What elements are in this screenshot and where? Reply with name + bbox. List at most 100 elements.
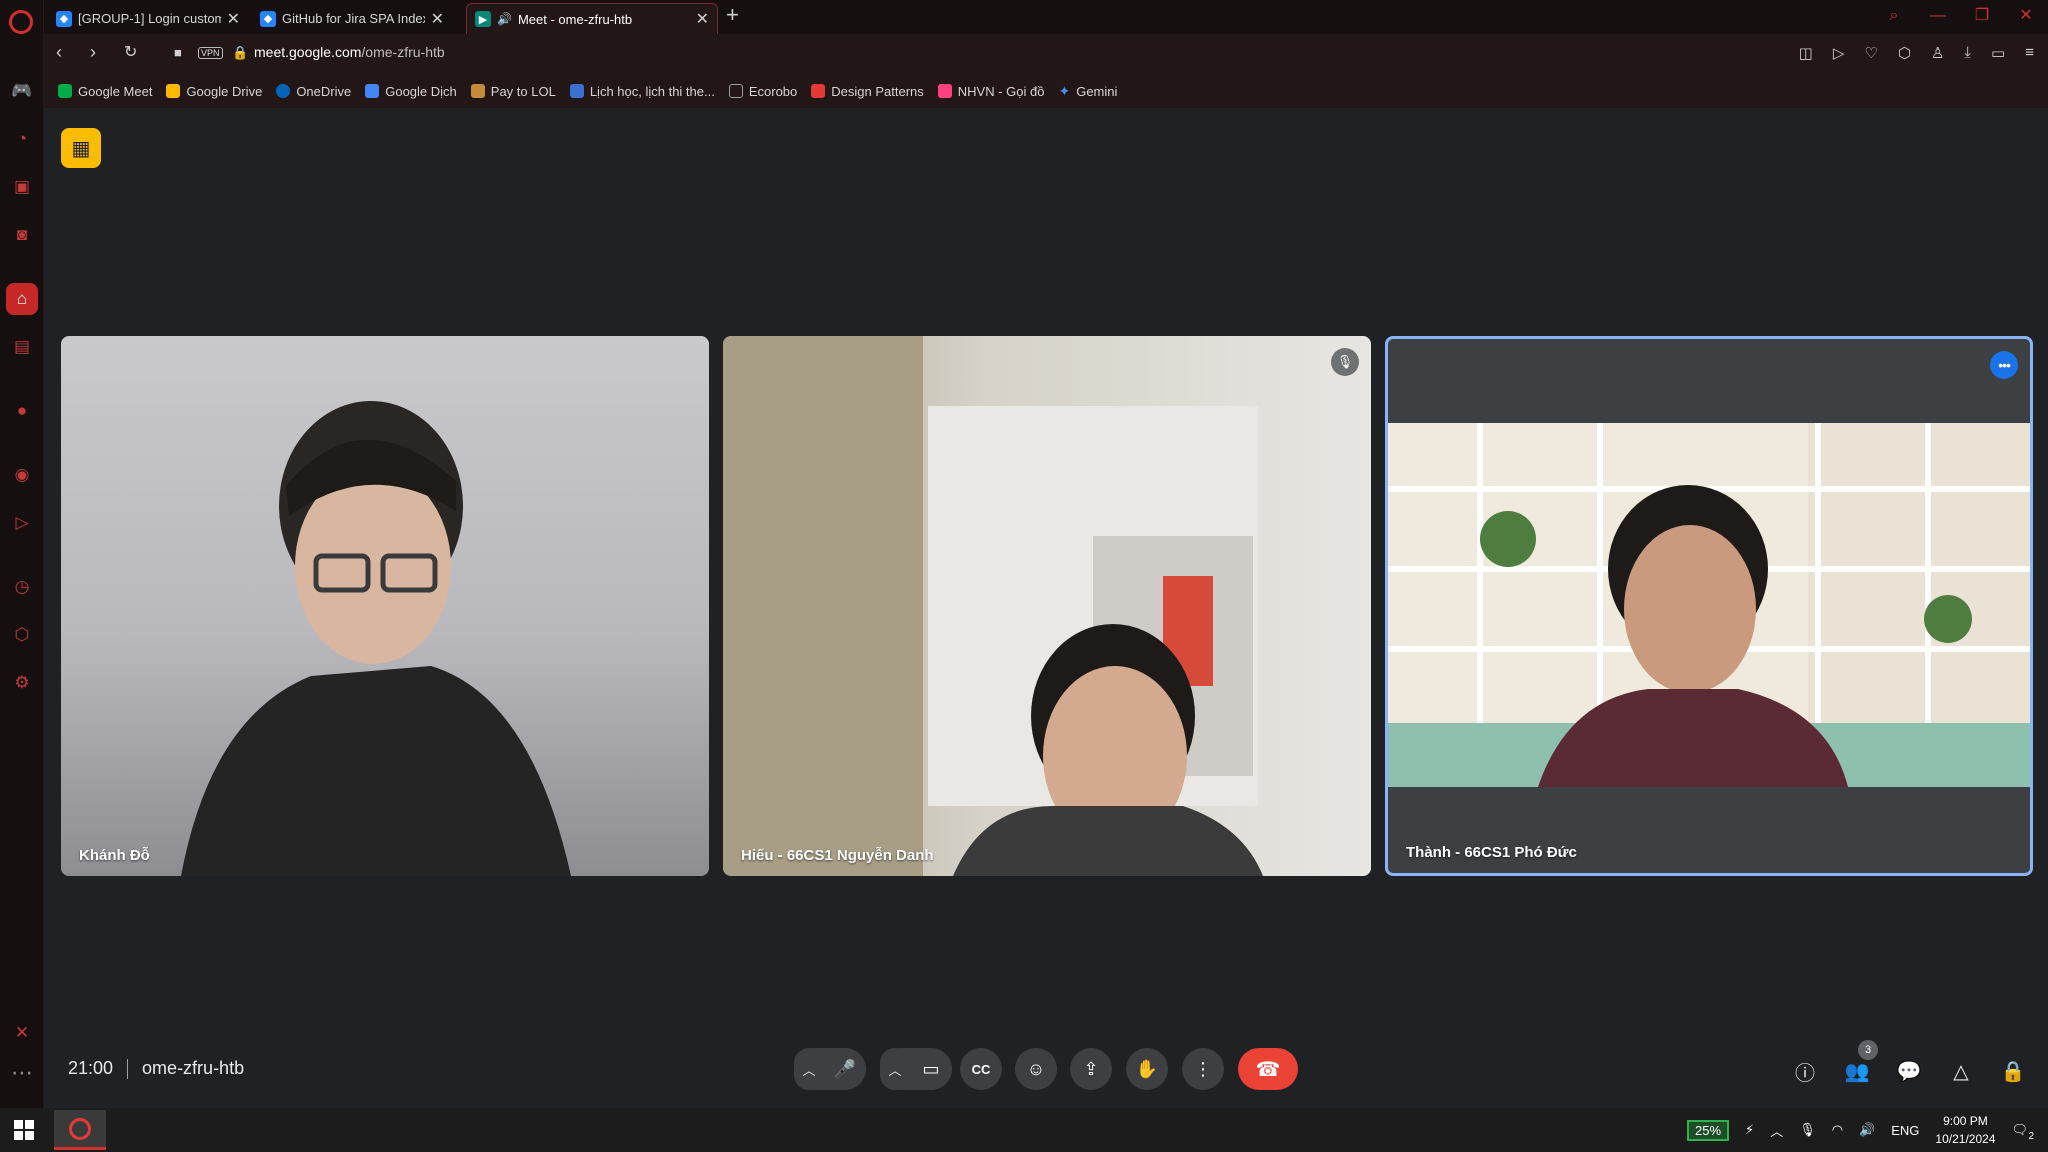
video-options-chevron-icon[interactable]: ︿ xyxy=(880,1048,910,1090)
forward-icon[interactable]: › xyxy=(90,42,96,63)
bookmark-google-meet[interactable]: Google Meet xyxy=(58,84,152,99)
present-screen-icon[interactable]: ⇪ xyxy=(1070,1048,1112,1090)
extensions-box-icon[interactable]: ⬡ xyxy=(11,624,33,646)
download-icon[interactable]: ⤓ xyxy=(1964,44,1971,62)
camera-icon[interactable]: ◙ xyxy=(11,224,33,246)
participant-tile[interactable]: Khánh Đỗ xyxy=(61,336,709,876)
bookmark-lich-hoc[interactable]: Lịch học, lịch thi the... xyxy=(569,83,715,99)
windows-taskbar: 25% ⚡ ︿ 🎙 ◠ 🔊 ENG 9:00 PM 10/21/2024 🗨 2 xyxy=(0,1108,2048,1152)
bookmark-google-dich[interactable]: Google Dịch xyxy=(365,84,457,99)
camera-control-group: ︿ ▭ xyxy=(880,1048,952,1090)
minimize-icon[interactable]: — xyxy=(1916,0,1960,34)
heart-icon[interactable]: ♡ xyxy=(1864,44,1877,62)
tray-overflow-chevron-icon[interactable]: ︿ xyxy=(1770,1121,1783,1140)
battery-indicator[interactable]: 25% xyxy=(1687,1119,1730,1141)
messenger-icon[interactable]: ● xyxy=(11,400,33,422)
bookmark-ecorobo[interactable]: Ecorobo xyxy=(728,84,797,99)
chat-icon[interactable]: 💬 xyxy=(1894,1056,1924,1086)
participant-video xyxy=(1388,423,2030,787)
profile-icon[interactable]: ♙ xyxy=(1931,44,1944,62)
opera-taskbar-button[interactable] xyxy=(54,1110,106,1150)
close-icon[interactable]: ✕ xyxy=(696,9,709,29)
history-icon[interactable]: ◷ xyxy=(11,576,33,598)
close-icon[interactable]: ✕ xyxy=(227,9,240,29)
activities-icon[interactable]: △ xyxy=(1946,1056,1976,1086)
briefcase-icon[interactable]: ▤ xyxy=(11,336,33,358)
battery-saver-icon[interactable]: ▭ xyxy=(1991,44,2005,62)
meet-stage: ▦ Khánh Đỗ 🎙 Hiếu - 66CS1 Nguyễn Danh ••… xyxy=(44,108,2048,1108)
close-window-icon[interactable]: ✕ xyxy=(2004,0,2048,34)
bookmark-google-drive[interactable]: Google Drive xyxy=(166,84,262,99)
meet-icon: ▶ xyxy=(475,11,491,27)
new-tab-plus-icon[interactable]: + xyxy=(726,2,739,28)
snapshot-icon[interactable]: ◫ xyxy=(1799,44,1813,62)
speed-dial-icon[interactable]: ◔ xyxy=(11,128,33,150)
restore-icon[interactable]: ❐ xyxy=(1960,0,2004,34)
wifi-icon[interactable]: ◠ xyxy=(1832,1122,1843,1138)
captions-icon[interactable]: CC xyxy=(960,1048,1002,1090)
audio-playing-icon[interactable]: 🔊 xyxy=(497,12,512,26)
mic-control-group: ︿ 🎤 xyxy=(794,1048,866,1090)
volume-icon[interactable]: 🔊 xyxy=(1859,1122,1875,1138)
send-icon[interactable]: ▷ xyxy=(11,512,33,534)
bookmark-design-patterns[interactable]: Design Patterns xyxy=(811,84,924,99)
address-bar[interactable]: meet.google.com/ome-zfru-htb xyxy=(254,44,445,60)
bookmark-pay-to-lol[interactable]: Pay to LOL xyxy=(470,84,556,99)
participant-tile[interactable]: 🎙 Hiếu - 66CS1 Nguyễn Danh xyxy=(723,336,1371,876)
leave-call-button[interactable]: ☎ xyxy=(1238,1048,1298,1090)
tab-title: [GROUP-1] Login customer xyxy=(78,11,221,26)
mute-tab-icon[interactable]: ✕ xyxy=(11,1022,33,1044)
microphone-icon[interactable]: 🎤 xyxy=(824,1048,866,1090)
tab-github-jira[interactable]: ◆ GitHub for Jira SPA Index P ✕ xyxy=(252,3,452,34)
more-options-icon[interactable]: ⋯ xyxy=(11,1060,33,1085)
bag-icon[interactable]: ▣ xyxy=(11,176,33,198)
participant-tile-active[interactable]: ••• Thành - 66CS1 Phó Đức xyxy=(1385,336,2033,876)
audio-options-chevron-icon[interactable]: ︿ xyxy=(794,1048,824,1090)
reload-icon[interactable]: ↻ xyxy=(124,42,137,62)
raise-hand-icon[interactable]: ✋ xyxy=(1126,1048,1168,1090)
cloud-icon xyxy=(276,84,291,98)
settings-gear-icon[interactable]: ⚙ xyxy=(11,672,33,694)
bookmark-label: Google Meet xyxy=(78,83,153,99)
clock[interactable]: 9:00 PM 10/21/2024 xyxy=(1935,1112,1995,1148)
bookmark-label: Gemini xyxy=(1076,83,1118,99)
meeting-controls-bar: 21:00 ome-zfru-htb ︿ 🎤 ︿ ▭ CC ☺ ⇪ ✋ ⋮ ☎ … xyxy=(44,1036,2048,1108)
camera-icon[interactable]: ▭ xyxy=(910,1048,952,1090)
flow-icon[interactable]: ▷ xyxy=(1833,44,1845,62)
language-indicator[interactable]: ENG xyxy=(1891,1123,1919,1138)
close-icon[interactable]: ✕ xyxy=(431,9,444,29)
tab-meet[interactable]: ▶ 🔊 Meet - ome-zfru-htb ✕ xyxy=(466,3,718,34)
easy-setup-menu-icon[interactable]: ≡ xyxy=(2025,44,2034,62)
emoji-reaction-icon[interactable]: ☺ xyxy=(1015,1048,1057,1090)
clock-date: 10/21/2024 xyxy=(1935,1132,1996,1146)
people-icon[interactable]: 👥 3 xyxy=(1842,1040,1878,1086)
bookmark-nhvn[interactable]: NHVN - Gọi đồ xyxy=(937,84,1044,99)
participant-more-options-icon[interactable]: ••• xyxy=(1990,351,2018,379)
power-plug-icon[interactable]: ⚡ xyxy=(1745,1122,1754,1138)
meeting-details-info-icon[interactable]: ⓘ xyxy=(1790,1056,1820,1086)
microphone-tray-icon[interactable]: 🎙 xyxy=(1799,1122,1816,1138)
bookmark-label: Google Drive xyxy=(186,83,263,99)
home-icon[interactable]: ⌂ xyxy=(6,283,38,315)
notifications-icon[interactable]: 🗨 2 xyxy=(2011,1122,2034,1142)
bookmark-label: Lịch học, lịch thi the... xyxy=(589,83,715,99)
camera-permission-icon[interactable]: ■ xyxy=(174,45,182,60)
bookmark-label: Google Dịch xyxy=(385,83,457,99)
opera-logo-icon[interactable] xyxy=(9,10,33,34)
search-tabs-icon[interactable]: ⌕ xyxy=(1872,0,1916,34)
more-options-icon[interactable]: ⋮ xyxy=(1182,1048,1224,1090)
windows-start-icon[interactable] xyxy=(14,1120,34,1140)
bookmark-gemini[interactable]: ✦ Gemini xyxy=(1058,83,1117,100)
gamepad-icon[interactable]: 🎮 xyxy=(11,80,33,102)
back-icon[interactable]: ‹ xyxy=(56,42,62,63)
spotify-icon[interactable]: ◉ xyxy=(11,464,33,486)
calendar-icon xyxy=(569,84,584,98)
clock-time: 9:00 PM xyxy=(1943,1114,1988,1128)
lock-icon[interactable]: 🔒 xyxy=(232,45,248,61)
tab-group1-login[interactable]: ◆ [GROUP-1] Login customer ✕ xyxy=(48,3,248,34)
bookmark-onedrive[interactable]: OneDrive xyxy=(276,84,351,99)
host-controls-lock-icon[interactable]: 🔒 xyxy=(1998,1056,2028,1086)
extensions-cube-icon[interactable]: ⬡ xyxy=(1898,44,1911,62)
presentation-off-icon[interactable]: ▦ xyxy=(61,128,101,168)
vpn-badge[interactable]: VPN xyxy=(198,47,223,59)
